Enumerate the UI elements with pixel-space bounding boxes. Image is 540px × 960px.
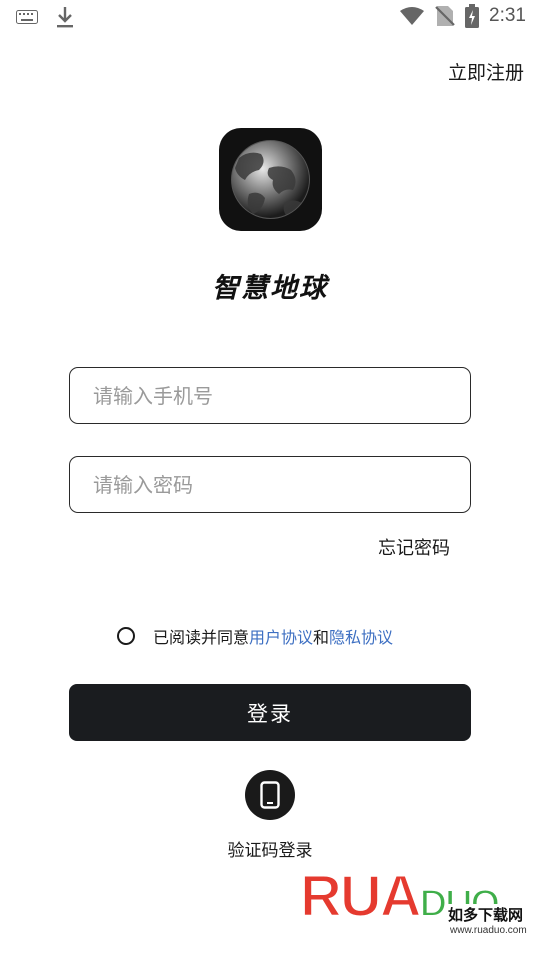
wifi-icon xyxy=(399,6,425,26)
user-agreement-link[interactable]: 用户协议 xyxy=(249,624,313,648)
forgot-password-link[interactable]: 忘记密码 xyxy=(378,534,450,560)
watermark-url: www.ruaduo.com xyxy=(450,925,527,936)
sms-login-label[interactable]: 验证码登录 xyxy=(0,836,540,861)
keyboard-icon xyxy=(16,10,38,24)
agreement-conjunction: 和 xyxy=(313,628,330,647)
login-button[interactable]: 登录 xyxy=(69,684,471,741)
phone-field[interactable] xyxy=(69,367,471,424)
agreement-radio[interactable] xyxy=(117,627,135,645)
register-link[interactable]: 立即注册 xyxy=(448,58,524,85)
app-title: 智慧地球 xyxy=(212,273,328,304)
globe-icon xyxy=(219,128,322,231)
status-bar: 2:31 xyxy=(0,0,540,36)
phone-icon[interactable] xyxy=(245,770,295,820)
privacy-policy-link[interactable]: 隐私协议 xyxy=(329,624,393,648)
password-input[interactable] xyxy=(70,457,470,512)
download-icon xyxy=(56,6,74,28)
no-sim-icon xyxy=(435,5,455,27)
battery-charging-icon xyxy=(465,4,480,28)
agreement-prefix: 已阅读并同意 xyxy=(153,628,250,647)
agreement-row: 已阅读并同意 用户协议 和 隐私协议 xyxy=(117,624,393,648)
watermark-tagline: 如多下载网 xyxy=(446,904,526,925)
password-field[interactable] xyxy=(69,456,471,513)
status-time: 2:31 xyxy=(489,5,526,26)
watermark-logo: RUADUO 如多下载网 www.ruaduo.com xyxy=(299,866,528,948)
phone-input[interactable] xyxy=(70,368,470,423)
